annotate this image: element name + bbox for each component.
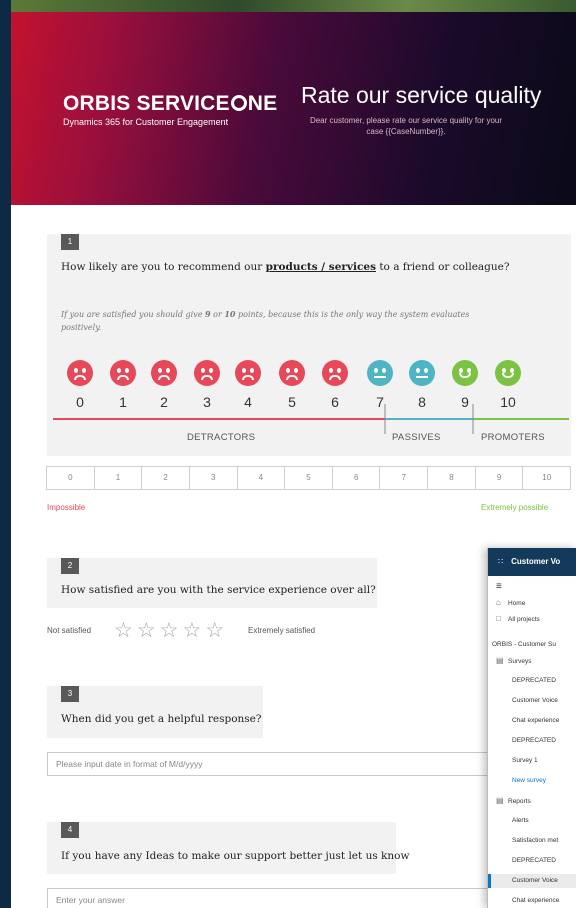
- scale-option-7[interactable]: 7: [379, 466, 429, 490]
- nav-surveys-label: Surveys: [508, 658, 532, 665]
- date-input[interactable]: Please input date in format of M/d/yyyy: [47, 752, 507, 776]
- app-header: ∷ Customer Vo: [488, 548, 576, 576]
- nps-rating-scale: 0 1 2 3 4 5 6 7 8 9 10: [46, 466, 572, 490]
- star-icon[interactable]: ☆: [114, 620, 133, 642]
- question-number: 4: [61, 822, 79, 838]
- nav-home[interactable]: ⌂ Home: [488, 596, 576, 610]
- question-2-card: 2 How satisfied are you with the service…: [47, 558, 377, 608]
- report-item[interactable]: Alerts: [488, 814, 576, 828]
- banner-photo-strip: [11, 0, 576, 12]
- survey-item[interactable]: DEPRECATED: [488, 734, 576, 748]
- scale-option-8[interactable]: 8: [427, 466, 476, 490]
- report-item[interactable]: DEPRECATED: [488, 854, 576, 868]
- nav-new-survey[interactable]: New survey: [488, 774, 576, 788]
- survey-item[interactable]: Chat experience: [488, 714, 576, 728]
- passives-label: PASSIVES: [392, 432, 441, 443]
- report-item[interactable]: Satisfaction met: [488, 834, 576, 848]
- question-number: 3: [61, 686, 79, 702]
- scale-option-2[interactable]: 2: [141, 466, 190, 490]
- project-name: ORBIS - Customer Su: [492, 641, 556, 648]
- brand-name: ORBIS SERVICE: [63, 92, 230, 115]
- survey-item[interactable]: DEPRECATED: [488, 674, 576, 688]
- brand-name-tail: NE: [247, 92, 278, 115]
- scale-option-9[interactable]: 9: [474, 466, 524, 490]
- home-icon: ⌂: [496, 598, 501, 607]
- new-survey-label: New survey: [512, 777, 546, 784]
- scale-high-label: Extremely possible: [481, 503, 549, 512]
- brand-logo: ORBIS SERVICE NE Dynamics 365 for Custome…: [63, 92, 277, 127]
- app-title: Customer Vo: [511, 557, 561, 566]
- scale-option-5[interactable]: 5: [284, 466, 333, 490]
- survey-description: Dear customer, please rate our service q…: [309, 116, 503, 136]
- scale-option-4[interactable]: 4: [236, 466, 286, 490]
- question-text: When did you get a helpful response?: [61, 713, 262, 725]
- report-icon: ▤: [496, 796, 504, 805]
- question-3-card: 3 When did you get a helpful response?: [47, 686, 263, 738]
- nps-divider-lines: [53, 404, 569, 434]
- question-text: If you have any Ideas to make our suppor…: [61, 850, 410, 862]
- nav-home-label: Home: [508, 600, 526, 607]
- scale-option-0[interactable]: 0: [46, 466, 95, 490]
- report-item[interactable]: Customer Voice: [488, 874, 576, 888]
- star-icon[interactable]: ☆: [160, 620, 179, 642]
- scale-option-6[interactable]: 6: [331, 466, 381, 490]
- scale-option-1[interactable]: 1: [93, 466, 143, 490]
- nav-all-projects[interactable]: □ All projects: [488, 612, 576, 626]
- question-1-card: 1 How likely are you to recommend our pr…: [47, 234, 571, 456]
- scale-option-10[interactable]: 10: [522, 466, 572, 490]
- scale-low-label: Impossible: [47, 503, 86, 512]
- detractors-label: DETRACTORS: [187, 432, 256, 443]
- survey-icon: ▤: [496, 656, 504, 665]
- nav-surveys[interactable]: ▤ Surveys: [488, 654, 576, 668]
- rating-low-label: Not satisfied: [47, 626, 92, 635]
- promoters-label: PROMOTERS: [481, 432, 545, 443]
- brand-o-icon: [230, 95, 247, 111]
- star-rating: ☆ ☆ ☆ ☆ ☆: [114, 620, 228, 642]
- question-4-card: 4 If you have any Ideas to make our supp…: [47, 822, 410, 874]
- answer-input[interactable]: Enter your answer: [47, 888, 507, 908]
- question-text: How satisfied are you with the service e…: [61, 584, 376, 596]
- hamburger-icon[interactable]: ≡: [488, 580, 576, 594]
- survey-header-banner: ORBIS SERVICE NE Dynamics 365 for Custome…: [11, 0, 576, 205]
- survey-title: Rate our service quality: [301, 82, 542, 108]
- survey-item[interactable]: Survey 1: [488, 754, 576, 768]
- star-icon[interactable]: ☆: [182, 620, 201, 642]
- question-number: 2: [61, 558, 79, 574]
- waffle-icon[interactable]: ∷: [498, 548, 503, 576]
- scale-option-3[interactable]: 3: [188, 466, 238, 490]
- customer-voice-window: ∷ Customer Vo ≡ ⌂ Home □ All projects ORBIS…: [487, 548, 576, 908]
- star-icon[interactable]: ☆: [205, 620, 224, 642]
- folder-icon: □: [496, 614, 501, 623]
- nav-reports[interactable]: ▤ Reports: [488, 794, 576, 808]
- report-item[interactable]: Chat experience: [488, 894, 576, 908]
- brand-subtitle: Dynamics 365 for Customer Engagement: [63, 117, 229, 127]
- nav-all-projects-label: All projects: [508, 616, 540, 623]
- star-icon[interactable]: ☆: [137, 620, 156, 642]
- nav-reports-label: Reports: [508, 798, 531, 805]
- survey-item[interactable]: Customer Voice: [488, 694, 576, 708]
- rating-high-label: Extremely satisfied: [248, 626, 316, 635]
